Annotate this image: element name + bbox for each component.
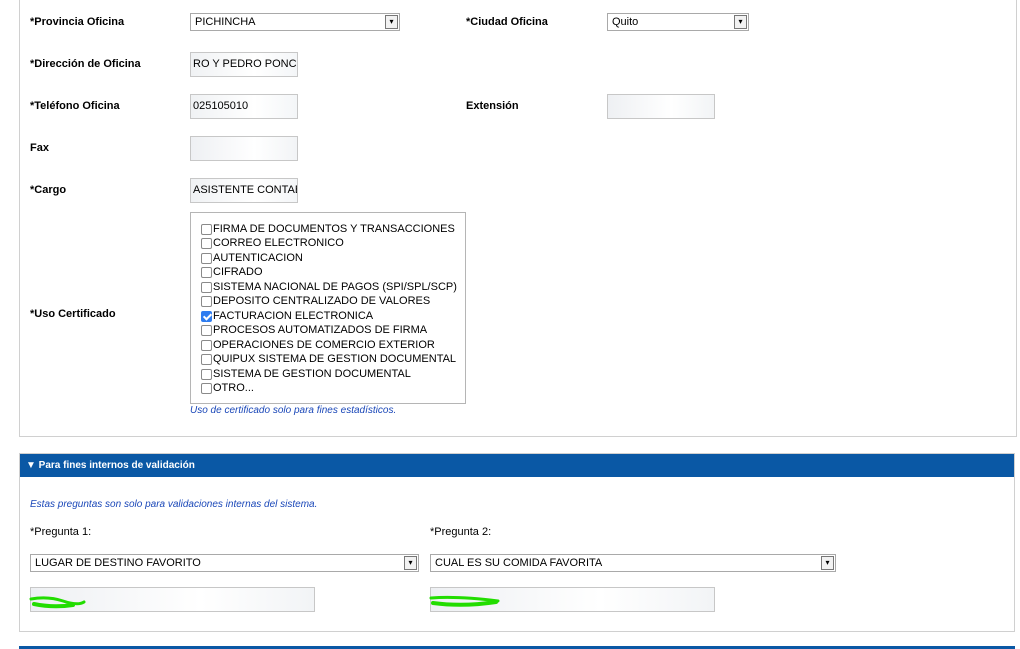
chevron-down-icon[interactable]: ▾: [821, 556, 834, 570]
uso-certificado-note: Uso de certificado solo para fines estad…: [190, 405, 397, 416]
uso-option[interactable]: PROCESOS AUTOMATIZADOS DE FIRMA: [201, 323, 427, 337]
uso-option-label: CIFRADO: [213, 266, 263, 278]
uso-option[interactable]: QUIPUX SISTEMA DE GESTION DOCUMENTAL: [201, 352, 456, 366]
uso-option[interactable]: FACTURACION ELECTRONICA: [201, 309, 373, 323]
uso-option-label: PROCESOS AUTOMATIZADOS DE FIRMA: [213, 324, 428, 336]
telefono-label: *Teléfono Oficina: [30, 100, 120, 112]
cargo-label: *Cargo: [30, 184, 67, 196]
uso-option[interactable]: SISTEMA NACIONAL DE PAGOS (SPI/SPL/SCP): [201, 280, 457, 294]
extension-label: Extensión: [466, 100, 519, 112]
provincia-value: PICHINCHA: [195, 16, 256, 28]
uso-option-label: DEPOSITO CENTRALIZADO DE VALORES: [213, 295, 431, 307]
validation-note: Estas preguntas son solo para validacion…: [30, 499, 318, 510]
provincia-label: *Provincia Oficina: [30, 16, 125, 28]
provincia-select[interactable]: PICHINCHA ▾: [190, 13, 400, 31]
uso-option-label: QUIPUX SISTEMA DE GESTION DOCUMENTAL: [213, 353, 457, 365]
checkbox[interactable]: [201, 281, 212, 293]
pregunta2-label: *Pregunta 2:: [430, 526, 492, 538]
fax-input[interactable]: [190, 136, 298, 161]
uso-option[interactable]: OPERACIONES DE COMERCIO EXTERIOR: [201, 338, 435, 352]
checkbox[interactable]: [201, 353, 212, 365]
uso-certificado-label: *Uso Certificado: [30, 308, 116, 320]
direccion-label: *Dirección de Oficina: [30, 58, 141, 70]
direccion-input[interactable]: RO Y PEDRO PONCE C: [190, 52, 298, 77]
uso-option-label: SISTEMA DE GESTION DOCUMENTAL: [213, 368, 411, 380]
uso-option[interactable]: CORREO ELECTRONICO: [201, 236, 344, 250]
uso-option-label: AUTENTICACION: [213, 252, 303, 264]
checkbox[interactable]: [201, 223, 212, 235]
checkbox[interactable]: [201, 266, 212, 278]
uso-option-label: OTRO...: [213, 382, 254, 394]
uso-option-label: FIRMA DE DOCUMENTOS Y TRANSACCIONES: [213, 223, 455, 235]
uso-option[interactable]: SISTEMA DE GESTION DOCUMENTAL: [201, 367, 411, 381]
uso-option-label: CORREO ELECTRONICO: [213, 237, 344, 249]
pregunta1-value: LUGAR DE DESTINO FAVORITO: [35, 557, 201, 569]
fax-label: Fax: [30, 142, 49, 154]
chevron-down-icon[interactable]: ▾: [734, 15, 747, 29]
respuesta2-input[interactable]: [430, 587, 715, 612]
ciudad-label: *Ciudad Oficina: [466, 16, 548, 28]
uso-option[interactable]: AUTENTICACION: [201, 251, 303, 265]
checkbox[interactable]: [201, 295, 212, 307]
checkbox[interactable]: [201, 339, 212, 351]
chevron-down-icon[interactable]: ▾: [385, 15, 398, 29]
ciudad-select[interactable]: Quito ▾: [607, 13, 749, 31]
chevron-down-icon[interactable]: ▾: [404, 556, 417, 570]
uso-option[interactable]: OTRO...: [201, 381, 254, 395]
respuesta1-input[interactable]: [30, 587, 315, 612]
checkbox[interactable]: [201, 324, 212, 336]
cargo-input[interactable]: ASISTENTE CONTABL: [190, 178, 298, 203]
telefono-input[interactable]: 025105010: [190, 94, 298, 119]
uso-option-label: FACTURACION ELECTRONICA: [213, 310, 374, 322]
pregunta2-value: CUAL ES SU COMIDA FAVORITA: [435, 557, 603, 569]
office-details-panel: [19, 0, 1017, 437]
extension-input[interactable]: [607, 94, 715, 119]
uso-option-label: OPERACIONES DE COMERCIO EXTERIOR: [213, 339, 435, 351]
checkbox[interactable]: [201, 382, 212, 394]
uso-option[interactable]: FIRMA DE DOCUMENTOS Y TRANSACCIONES: [201, 222, 455, 236]
checkbox-checked[interactable]: [201, 310, 212, 322]
pregunta1-select[interactable]: LUGAR DE DESTINO FAVORITO ▾: [30, 554, 419, 572]
pregunta1-label: *Pregunta 1:: [30, 526, 92, 538]
checkbox[interactable]: [201, 368, 212, 380]
ciudad-value: Quito: [612, 16, 639, 28]
pregunta2-select[interactable]: CUAL ES SU COMIDA FAVORITA ▾: [430, 554, 836, 572]
checkbox[interactable]: [201, 237, 212, 249]
validation-header[interactable]: ▼ Para fines internos de validación: [20, 454, 1014, 477]
uso-option-label: SISTEMA NACIONAL DE PAGOS (SPI/SPL/SCP): [213, 281, 457, 293]
checkbox[interactable]: [201, 252, 212, 264]
uso-certificado-list: FIRMA DE DOCUMENTOS Y TRANSACCIONES CORR…: [190, 212, 466, 404]
uso-option[interactable]: CIFRADO: [201, 265, 263, 279]
uso-option[interactable]: DEPOSITO CENTRALIZADO DE VALORES: [201, 294, 430, 308]
